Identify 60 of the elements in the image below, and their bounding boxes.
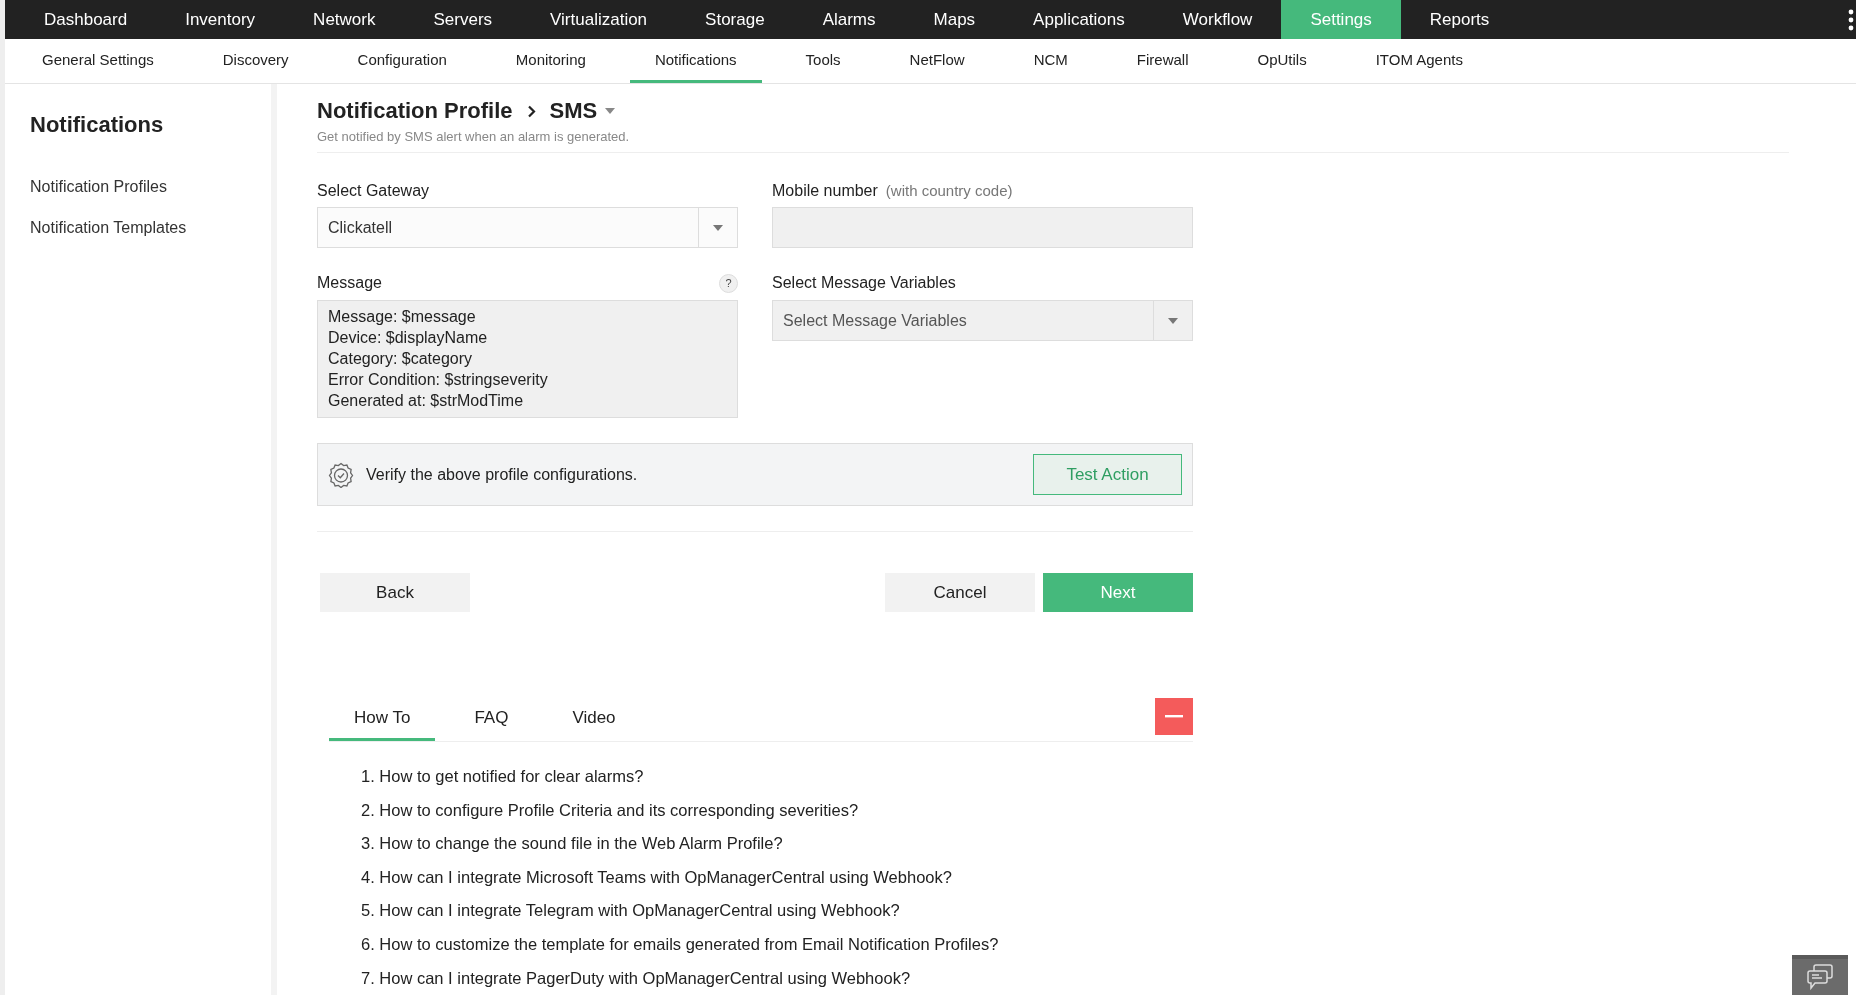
sub-nav-tab[interactable]: ITOM Agents xyxy=(1350,39,1488,83)
help-tab[interactable]: How To xyxy=(329,708,436,741)
collapse-button[interactable] xyxy=(1155,698,1193,735)
breadcrumb-link[interactable]: Notification Profile xyxy=(317,98,513,124)
nav-tab[interactable]: Network xyxy=(284,0,405,39)
message-field[interactable]: Message: $message Device: $displayName Category: $category Error Condition: $stringseverity Generated at: $strModTime xyxy=(317,300,738,418)
field-label: Select Message Variables xyxy=(772,274,956,292)
nav-tab[interactable]: Inventory xyxy=(156,0,285,39)
nav-tab[interactable]: Storage xyxy=(676,0,794,39)
field-label: Mobile number xyxy=(772,182,878,200)
help-link[interactable]: 6. How to customize the template for emails generated from Email Notification Profiles? xyxy=(361,933,999,956)
mobile-number-field[interactable] xyxy=(772,207,1193,248)
sidebar-title: Notifications xyxy=(30,112,164,138)
sub-nav-tab[interactable]: Configuration xyxy=(332,39,472,83)
help-tab[interactable]: Video xyxy=(547,708,641,741)
nav-tab[interactable]: Virtualization xyxy=(521,0,677,39)
help-link[interactable]: 2. How to configure Profile Criteria and its corresponding severities? xyxy=(361,799,859,822)
caret-icon[interactable] xyxy=(605,108,616,114)
cancel-button[interactable]: Cancel xyxy=(885,573,1035,612)
more-options-icon[interactable] xyxy=(1848,8,1854,31)
caret-icon xyxy=(713,224,723,231)
page-title: SMS xyxy=(549,98,598,124)
nav-tab[interactable]: Reports xyxy=(1400,0,1519,39)
minus-icon xyxy=(1165,715,1183,718)
sub-nav-tab[interactable]: Monitoring xyxy=(490,39,611,83)
nav-tab[interactable]: Servers xyxy=(404,0,522,39)
sub-nav-tab[interactable]: NetFlow xyxy=(884,39,990,83)
chat-icon xyxy=(1805,963,1835,991)
help-tab[interactable]: FAQ xyxy=(449,708,534,741)
nav-tab[interactable]: Dashboard xyxy=(15,0,157,39)
gateway-select[interactable]: Clickatell xyxy=(317,207,738,248)
sub-nav-tab[interactable]: General Settings xyxy=(17,39,179,83)
check-badge-icon xyxy=(328,461,354,488)
nav-tab[interactable]: Workflow xyxy=(1153,0,1282,39)
sub-nav-tab[interactable]: OpUtils xyxy=(1232,39,1332,83)
nav-tab[interactable]: Alarms xyxy=(793,0,905,39)
page-subtitle: Get notified by SMS alert when an alarm is generated. xyxy=(317,129,631,144)
field-label: Message xyxy=(317,274,382,292)
sub-nav-tab[interactable]: NCM xyxy=(1008,39,1093,83)
chevron-right-icon xyxy=(526,104,536,118)
sub-nav-tab[interactable]: Tools xyxy=(780,39,866,83)
help-icon[interactable]: ? xyxy=(719,273,738,293)
help-link[interactable]: 1. How to get notified for clear alarms? xyxy=(361,766,644,788)
field-hint: (with country code) xyxy=(885,182,1013,199)
nav-tab[interactable]: Applications xyxy=(1004,0,1154,39)
sidebar-item[interactable]: Notification Templates xyxy=(30,219,187,237)
variables-select[interactable]: Select Message Variables xyxy=(772,300,1193,341)
help-link[interactable]: 5. How can I integrate Telegram with OpManagerCentral using Webhook? xyxy=(361,900,900,922)
verify-text: Verify the above profile configurations. xyxy=(366,465,638,484)
sub-nav-tab[interactable]: Firewall xyxy=(1111,39,1214,83)
back-button[interactable]: Back xyxy=(320,573,470,612)
help-link[interactable]: 3. How to change the sound file in the Web Alarm Profile? xyxy=(361,833,783,855)
sub-nav-tab[interactable]: Discovery xyxy=(197,39,314,83)
help-link[interactable]: 4. How can I integrate Microsoft Teams with OpManagerCentral using Webhook? xyxy=(361,866,952,889)
chat-button[interactable] xyxy=(1792,955,1848,995)
caret-icon xyxy=(1168,317,1178,324)
help-link[interactable]: 7. How can I integrate PagerDuty with OpManagerCentral using Webhook? xyxy=(361,967,911,990)
sidebar-item[interactable]: Notification Profiles xyxy=(30,178,167,196)
field-label: Select Gateway xyxy=(317,182,431,200)
nav-tab[interactable]: Maps xyxy=(904,0,1005,39)
